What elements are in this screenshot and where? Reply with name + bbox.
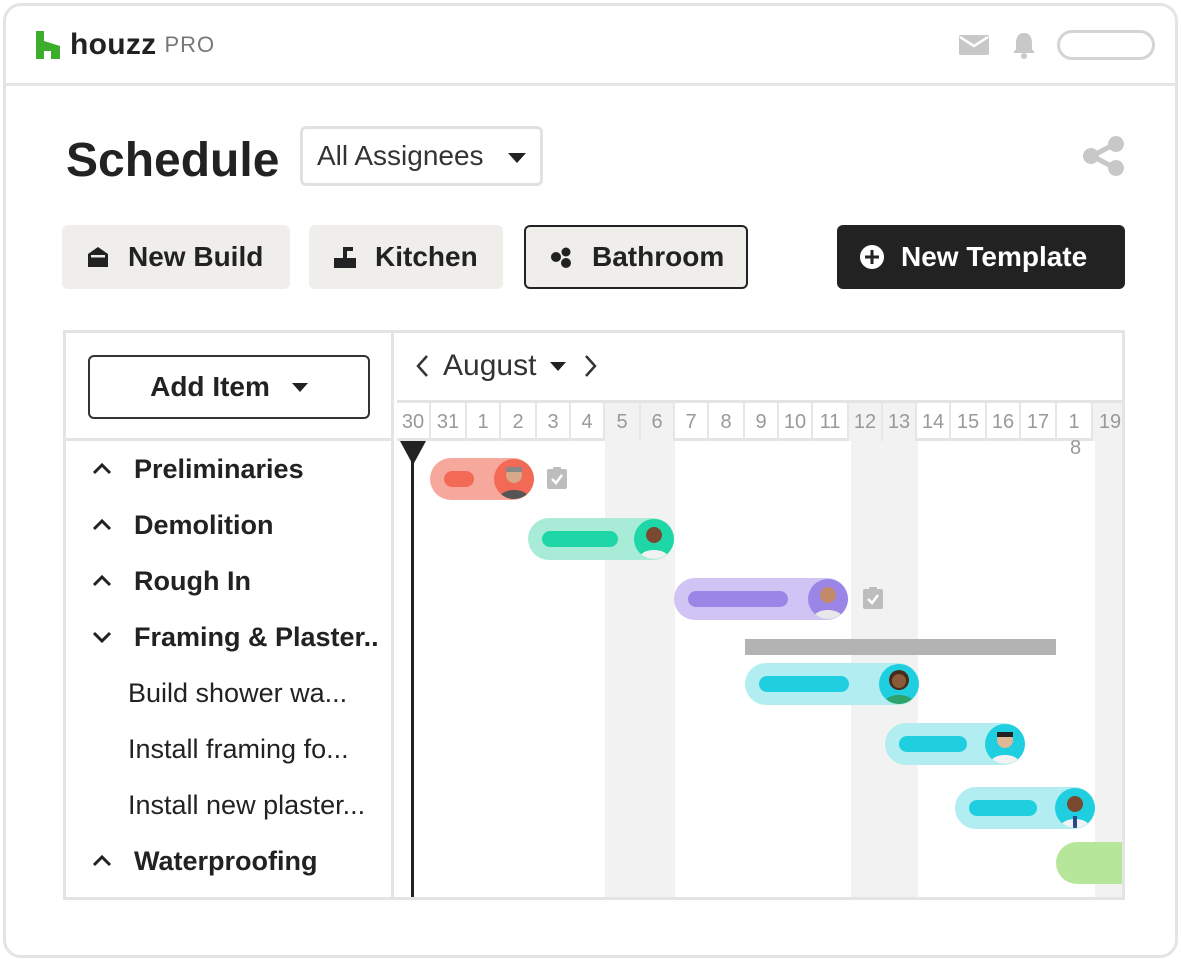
clipboard-check-icon[interactable]	[862, 586, 884, 615]
task-row[interactable]: Build shower wa...	[66, 665, 394, 721]
day-cell: 2	[501, 403, 537, 441]
day-cell: 14	[917, 403, 951, 441]
day-cell: 5	[605, 403, 641, 441]
add-item-label: Add Item	[150, 371, 270, 402]
task-group-row[interactable]: Demolition	[66, 497, 394, 553]
caret-down-icon	[508, 153, 526, 163]
clipboard-check-icon[interactable]	[546, 466, 568, 495]
chevron-down-icon[interactable]	[92, 631, 114, 643]
template-kitchen[interactable]: Kitchen	[309, 225, 503, 289]
task-label: Waterproofing	[134, 845, 318, 876]
day-cell: 13	[883, 403, 917, 441]
today-marker	[411, 441, 414, 897]
plus-circle-icon	[859, 244, 885, 270]
template-bathroom[interactable]: Bathroom	[524, 225, 748, 289]
timeline-body	[397, 441, 1122, 897]
day-cell: 12	[849, 403, 883, 441]
template-new-build[interactable]: New Build	[62, 225, 290, 289]
assignee-avatar[interactable]	[808, 579, 848, 619]
task-group-row[interactable]: Waterproofing	[66, 833, 394, 889]
task-group-row[interactable]: Rough In	[66, 553, 394, 609]
share-icon[interactable]	[1082, 136, 1126, 181]
day-cell: 19	[1093, 403, 1122, 441]
assignee-dropdown[interactable]: All Assignees	[300, 126, 543, 186]
task-list: Add Item Preliminaries Demolition Rough In…	[66, 333, 394, 897]
task-label: Preliminaries	[134, 453, 304, 484]
caret-down-icon	[291, 382, 308, 392]
assignee-avatar[interactable]	[985, 724, 1025, 764]
gantt-summary-framing-plaster[interactable]	[745, 639, 1056, 655]
assignee-avatar[interactable]	[494, 459, 534, 499]
top-bar: houzz PRO	[6, 6, 1175, 86]
task-row[interactable]: Install new plaster...	[66, 777, 394, 833]
houzz-logo[interactable]: houzz PRO	[34, 28, 215, 62]
day-cell: 11	[813, 403, 849, 441]
day-cell: 4	[571, 403, 605, 441]
chevron-left-icon	[416, 355, 428, 377]
day-cell: 30	[397, 403, 431, 441]
day-cell: 17	[1021, 403, 1057, 441]
task-row[interactable]: Install framing fo...	[66, 721, 394, 777]
assignee-avatar[interactable]	[634, 519, 674, 559]
task-label: Framing & Plaster..	[134, 621, 379, 652]
template-label: Bathroom	[592, 241, 725, 272]
prev-month-button[interactable]	[415, 354, 435, 378]
task-label: Install new plaster...	[128, 789, 366, 820]
account-pill[interactable]	[1057, 30, 1155, 60]
chevron-up-icon[interactable]	[92, 855, 114, 867]
template-label: Kitchen	[375, 241, 478, 272]
task-group-row[interactable]: Preliminaries	[66, 441, 394, 497]
new-template-button[interactable]: New Template	[837, 225, 1125, 289]
template-label: New Build	[128, 241, 264, 272]
task-label: Install framing fo...	[128, 733, 349, 764]
weekend-shade	[1095, 441, 1122, 897]
day-cell: 1	[467, 403, 501, 441]
day-cell: 31	[431, 403, 467, 441]
weekend-shade	[605, 441, 675, 897]
day-cell: 15	[951, 403, 987, 441]
day-cell: 7	[675, 403, 709, 441]
day-cell: 3	[537, 403, 571, 441]
chevron-up-icon[interactable]	[92, 519, 114, 531]
brand-name: houzz	[70, 28, 157, 61]
day-cell: 1	[1057, 403, 1093, 441]
day-cell: 9	[745, 403, 779, 441]
gantt-bar-waterproofing[interactable]	[1056, 842, 1122, 884]
day-cell: 10	[779, 403, 813, 441]
assignee-avatar[interactable]	[879, 664, 919, 704]
day-cell: 6	[641, 403, 675, 441]
timeline: August 30 31 1 2 3 4 5 6 7 8 9 10 11 12 13 14 15 16 17 1 19 …	[397, 333, 1122, 897]
assignee-dropdown-value: All Assignees	[317, 140, 484, 171]
page-title: Schedule	[66, 134, 280, 187]
new-template-label: New Template	[901, 241, 1088, 272]
task-label: Demolition	[134, 509, 274, 540]
assignee-avatar[interactable]	[1055, 788, 1095, 828]
add-item-button[interactable]: Add Item	[88, 355, 370, 419]
month-label[interactable]: August	[443, 349, 536, 383]
brand-suffix: PRO	[164, 32, 216, 57]
bubbles-icon	[548, 243, 576, 271]
house-icon	[84, 243, 112, 271]
caret-down-icon[interactable]	[550, 361, 567, 371]
chevron-up-icon[interactable]	[92, 575, 114, 587]
task-label: Build shower wa...	[128, 677, 348, 708]
faucet-icon	[331, 243, 359, 271]
day-cell: 16	[987, 403, 1021, 441]
bell-icon[interactable]	[1007, 28, 1041, 62]
day-cell: 8	[709, 403, 745, 441]
mail-icon[interactable]	[957, 28, 991, 62]
day-header: 30 31 1 2 3 4 5 6 7 8 9 10 11 12 13 14 15 16 17 1 19	[397, 403, 1122, 441]
app-window: houzz PRO Schedule All Assignees New Bui…	[3, 3, 1178, 958]
schedule-gantt: Add Item Preliminaries Demolition Rough In…	[63, 330, 1125, 900]
task-label: Rough In	[134, 565, 251, 596]
chevron-right-icon	[585, 355, 598, 377]
task-group-row[interactable]: Framing & Plaster..	[66, 609, 394, 665]
houzz-logo-icon	[36, 31, 60, 59]
chevron-up-icon[interactable]	[92, 463, 114, 475]
today-marker-handle[interactable]	[400, 441, 426, 465]
next-month-button[interactable]	[584, 354, 604, 378]
